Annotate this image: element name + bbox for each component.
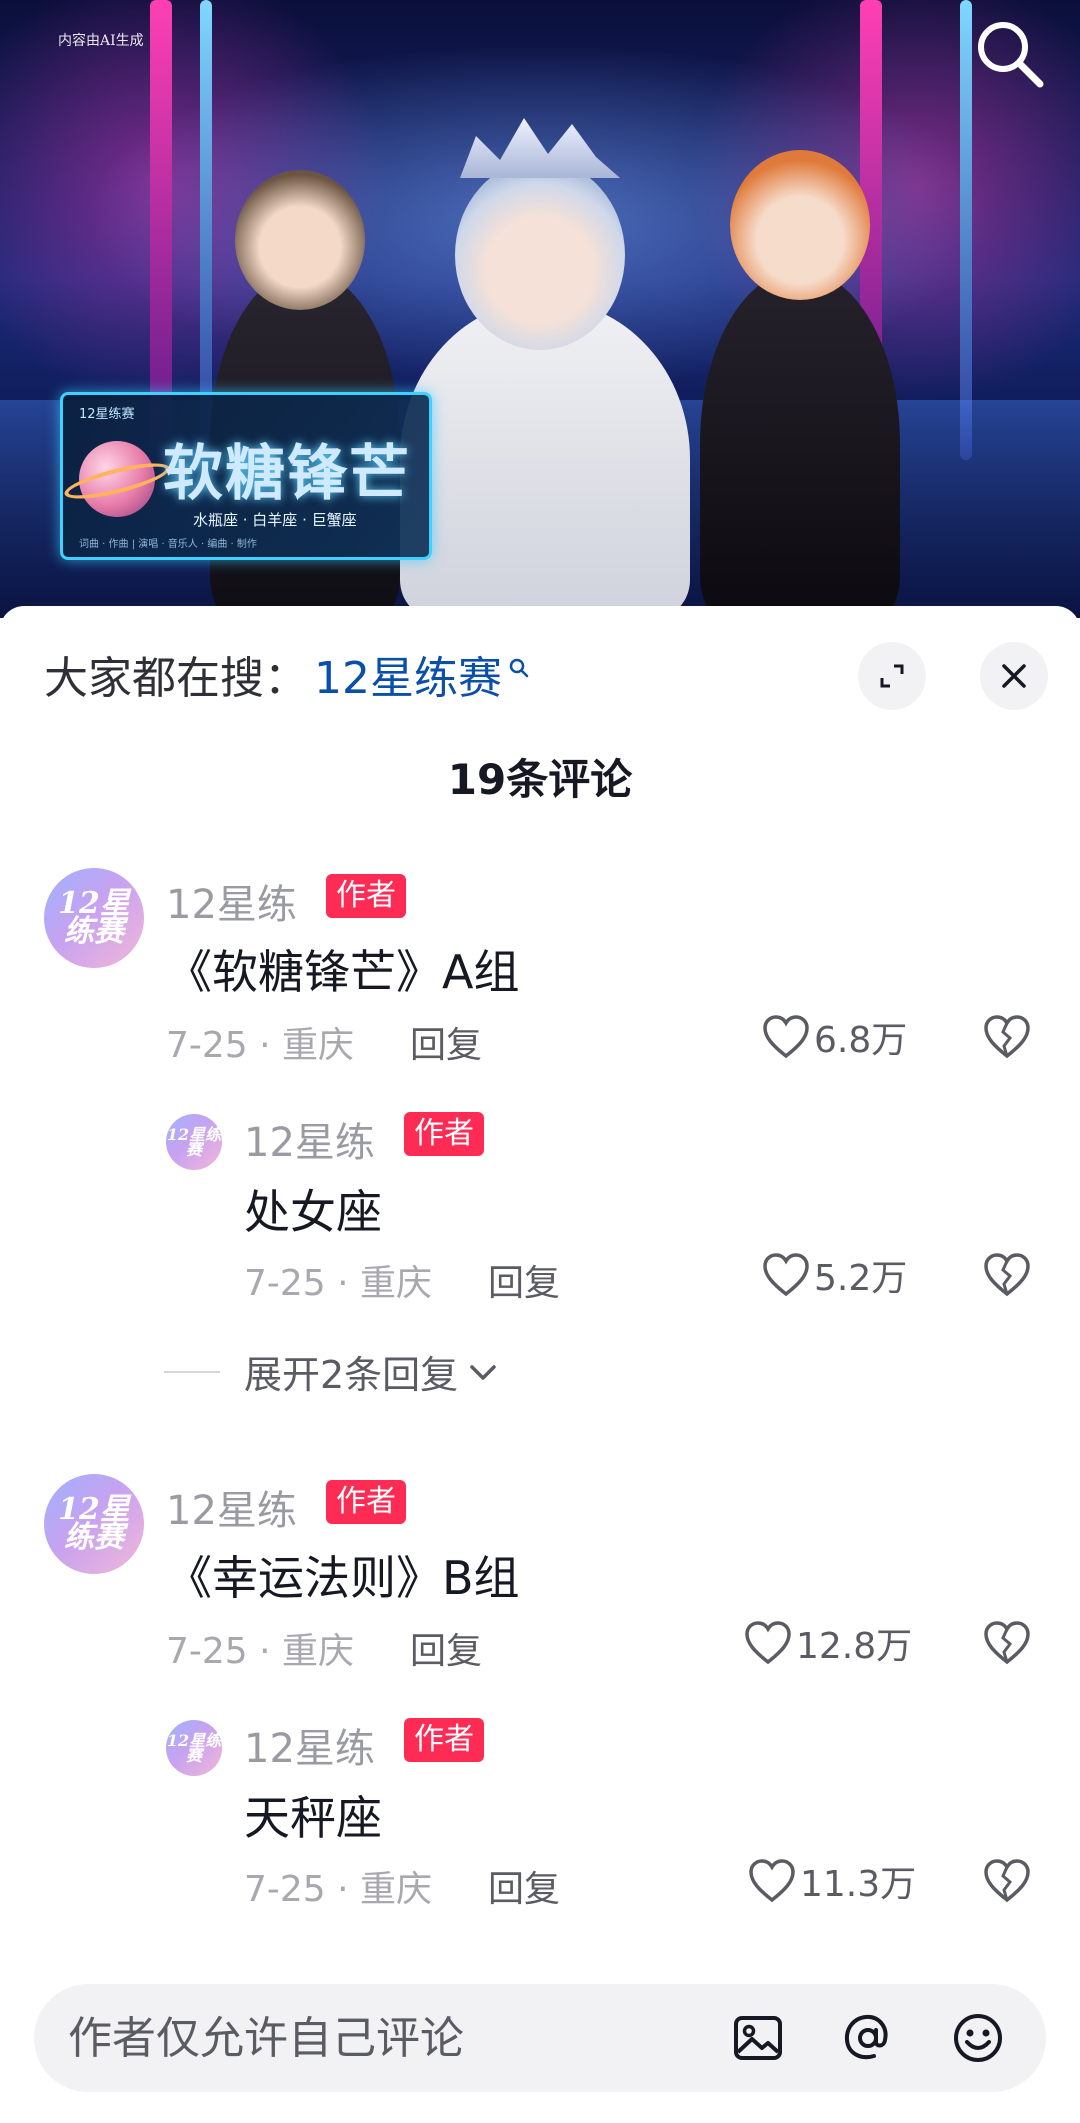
video-title-card: 12星练赛 软糖锋芒 水瓶座 · 白羊座 · 巨蟹座 词曲 · 作曲 | 演唱 … — [60, 392, 432, 560]
author-badge: 作者 — [326, 874, 406, 918]
author-badge: 作者 — [404, 1718, 484, 1762]
expand-replies-button[interactable]: 展开2条回复 — [164, 1344, 500, 1399]
like-button[interactable]: 6.8万 — [762, 1012, 907, 1062]
avatar[interactable]: 12星练赛 — [44, 1474, 144, 1574]
card-signs: 水瓶座 · 白羊座 · 巨蟹座 — [193, 511, 357, 529]
like-count: 6.8万 — [814, 1020, 908, 1061]
divider-line — [164, 1370, 220, 1373]
character-right — [700, 270, 900, 618]
avatar[interactable]: 12星练赛 — [166, 1720, 222, 1776]
comment-text: 《软糖锋芒》A组 — [166, 945, 520, 999]
avatar-text: 12星练赛 — [58, 1491, 130, 1555]
comment-date-location: 7-25 · 重庆 — [166, 1025, 355, 1066]
broken-heart-icon[interactable] — [982, 1250, 1032, 1300]
expand-icon — [880, 664, 904, 688]
card-credits: 词曲 · 作曲 | 演唱 · 音乐人 · 编曲 · 制作 — [79, 539, 257, 550]
like-button[interactable]: 11.3万 — [748, 1856, 916, 1906]
broken-heart-icon[interactable] — [982, 1012, 1032, 1062]
avatar-text: 12星练赛 — [166, 1730, 222, 1765]
image-icon[interactable] — [730, 2010, 786, 2066]
avatar[interactable]: 12星练赛 — [166, 1114, 222, 1170]
reply-button[interactable]: 回复 — [410, 1016, 482, 1068]
heart-icon — [763, 1015, 809, 1059]
broken-heart-icon[interactable] — [982, 1618, 1032, 1668]
like-button[interactable]: 12.8万 — [744, 1618, 912, 1668]
small-search-icon — [508, 639, 530, 690]
expand-button[interactable] — [858, 642, 926, 710]
character-right-head — [730, 150, 870, 300]
heart-icon — [745, 1621, 791, 1665]
close-icon — [1002, 664, 1026, 688]
neon-decoration — [150, 0, 172, 460]
hot-search-link[interactable]: 大家都在搜： 12星练赛 — [44, 642, 530, 706]
like-button[interactable]: 5.2万 — [762, 1250, 907, 1300]
comment-date-location: 7-25 · 重庆 — [166, 1631, 355, 1672]
heart-icon — [763, 1253, 809, 1297]
like-count: 5.2万 — [814, 1258, 908, 1299]
reply-text: 天秤座 — [244, 1791, 382, 1845]
character-left-head — [235, 170, 365, 310]
at-icon[interactable] — [840, 2010, 896, 2066]
emoji-icon[interactable] — [950, 2010, 1006, 2066]
author-badge: 作者 — [326, 1480, 406, 1524]
comment-item: 12星练赛 12星练 作者 《软糖锋芒》A组 7-25 · 重庆 回复 6.8万… — [0, 868, 1080, 1397]
card-small-label: 12星练赛 — [79, 407, 135, 422]
character-center-head — [455, 160, 625, 350]
hot-search-keyword[interactable]: 12星练赛 — [314, 642, 502, 706]
comment-item: 12星练赛 12星练 作者 《幸运法则》B组 7-25 · 重庆 回复 12.8… — [0, 1474, 1080, 1934]
reply-date-location: 7-25 · 重庆 — [244, 1263, 433, 1304]
avatar-text: 12星练赛 — [58, 885, 130, 949]
reply-button[interactable]: 回复 — [410, 1622, 482, 1674]
comment-sheet: 大家都在搜： 12星练赛 19条评论 12星练赛 12星练 作者 《软糖锋芒》A… — [0, 606, 1080, 2123]
avatar[interactable]: 12星练赛 — [44, 868, 144, 968]
neon-decoration — [200, 0, 212, 460]
expand-replies-label: 展开2条回复 — [244, 1353, 459, 1397]
reply-text: 处女座 — [244, 1185, 382, 1239]
comment-input[interactable] — [68, 2008, 708, 2068]
comment-count-title: 19条评论 — [447, 755, 633, 804]
ai-generated-label: 内容由AI生成 — [58, 33, 144, 49]
video-player[interactable]: 内容由AI生成 12星练赛 软糖锋芒 水瓶座 · 白羊座 · 巨蟹座 词曲 · … — [0, 0, 1080, 618]
avatar-text: 12星练赛 — [166, 1124, 222, 1159]
comment-author[interactable]: 12星练 — [166, 872, 297, 930]
reply-date-location: 7-25 · 重庆 — [244, 1869, 433, 1910]
broken-heart-icon[interactable] — [982, 1856, 1032, 1906]
comment-text: 《幸运法则》B组 — [166, 1551, 520, 1605]
comment-input-bar — [34, 1984, 1046, 2092]
like-count: 11.3万 — [800, 1864, 917, 1905]
reply-author[interactable]: 12星练 — [244, 1110, 375, 1168]
reply-button[interactable]: 回复 — [488, 1254, 560, 1306]
chevron-down-icon — [470, 1364, 496, 1380]
search-icon[interactable] — [970, 14, 1050, 94]
comment-author[interactable]: 12星练 — [166, 1478, 297, 1536]
close-button[interactable] — [980, 642, 1048, 710]
reply-author[interactable]: 12星练 — [244, 1716, 375, 1774]
like-count: 12.8万 — [796, 1626, 913, 1667]
crown-decoration — [460, 118, 620, 178]
heart-icon — [749, 1859, 795, 1903]
reply-button[interactable]: 回复 — [488, 1860, 560, 1912]
author-badge: 作者 — [404, 1112, 484, 1156]
card-title: 软糖锋芒 — [163, 439, 411, 509]
hot-search-prefix: 大家都在搜： — [44, 653, 308, 704]
